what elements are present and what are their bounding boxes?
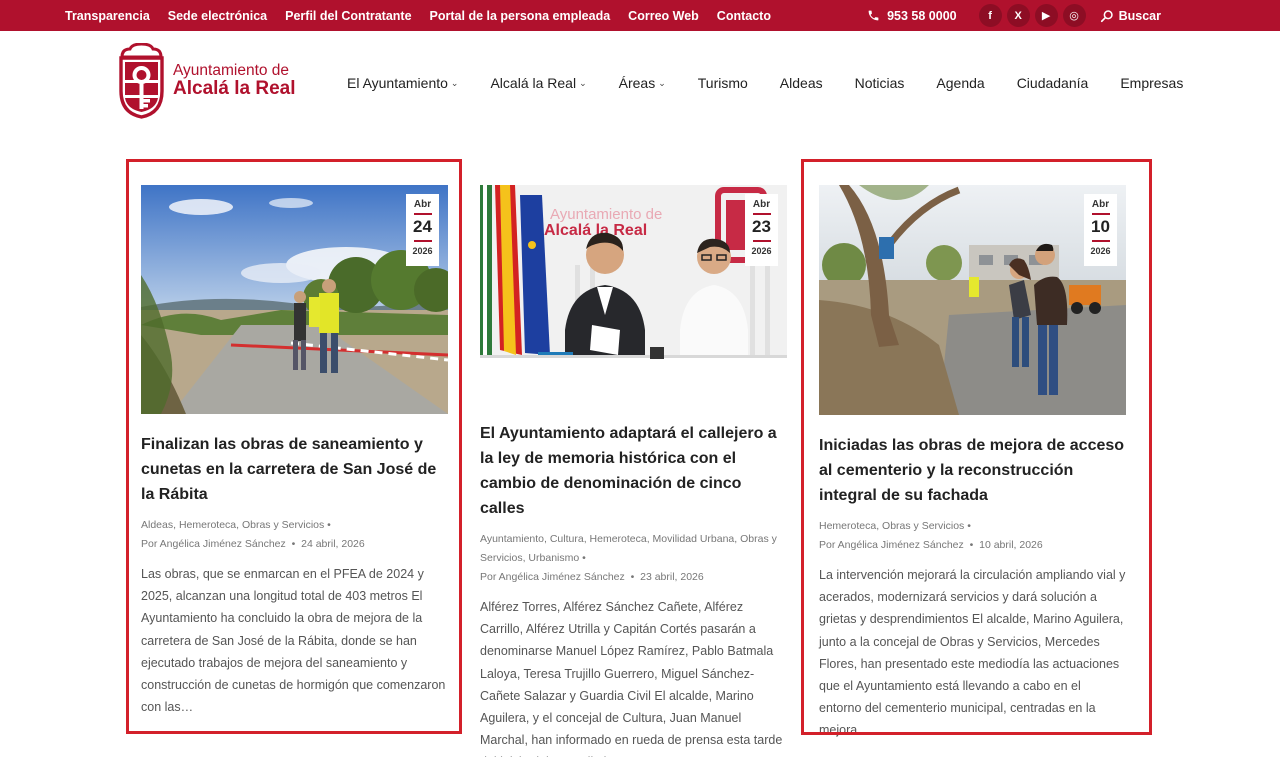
news-categories[interactable]: Hemeroteca, Obras y Servicios: [819, 520, 964, 532]
top-link-contacto[interactable]: Contacto: [717, 9, 771, 23]
x-twitter-icon[interactable]: X: [1006, 4, 1030, 27]
date-day: 23: [752, 217, 771, 236]
news-card: Ayuntamiento de Alcalá la Real Abr 23 20…: [480, 185, 787, 757]
phone-number: 953 58 0000: [887, 8, 957, 23]
top-link-portal-empleada[interactable]: Portal de la persona empleada: [430, 9, 611, 23]
nav-item-noticias[interactable]: Noticias: [855, 75, 905, 91]
date-year: 2026: [751, 245, 772, 256]
banner-line-1: Ayuntamiento de: [550, 206, 662, 223]
nav-label: Alcalá la Real: [490, 75, 577, 91]
nav-label: Ciudadanía: [1016, 75, 1089, 91]
search-icon: [1100, 9, 1113, 22]
nav-label: Áreas: [618, 75, 656, 91]
date-day: 10: [1091, 217, 1110, 236]
nav-item-ciudadania[interactable]: Ciudadanía: [1017, 75, 1089, 91]
logo-line-2: Alcalá la Real: [173, 78, 296, 100]
phone-icon: [868, 10, 879, 21]
news-author[interactable]: Por Angélica Jiménez Sánchez: [141, 538, 286, 550]
news-meta: Hemeroteca, Obras y Servicios • Por Angé…: [819, 520, 1043, 551]
date-badge: Abr 24 2026: [406, 194, 439, 266]
top-link-sede-electronica[interactable]: Sede electrónica: [168, 9, 267, 23]
chevron-down-icon: ⌄: [579, 77, 587, 88]
top-bar: Transparencia Sede electrónica Perfil de…: [0, 0, 1280, 31]
search-label: Buscar: [1118, 8, 1161, 23]
search-button[interactable]: Buscar: [1100, 9, 1161, 23]
nav-item-areas[interactable]: Áreas ⌄: [619, 75, 666, 91]
date-divider: [1091, 239, 1110, 242]
date-divider: [413, 239, 432, 242]
date-badge: Abr 10 2026: [1084, 194, 1117, 266]
top-link-perfil-contratante[interactable]: Perfil del Contratante: [285, 9, 411, 23]
news-author[interactable]: Por Angélica Jiménez Sánchez: [819, 539, 964, 551]
news-card: Abr 24 2026 Finalizan las obras de sanea…: [141, 185, 448, 718]
nav-item-empresas[interactable]: Empresas: [1120, 75, 1183, 91]
date-divider: [413, 213, 432, 215]
chevron-down-icon: ⌄: [450, 77, 459, 88]
nav-label: Noticias: [854, 75, 905, 91]
news-title[interactable]: El Ayuntamiento adaptará el callejero a …: [480, 421, 787, 521]
news-excerpt: Alférez Torres, Alférez Sánchez Cañete, …: [480, 600, 783, 757]
logo-line-1: Ayuntamiento de: [173, 61, 290, 79]
news-title[interactable]: Iniciadas las obras de mejora de acceso …: [819, 433, 1126, 508]
news-date: 24 abril, 2026: [301, 538, 365, 550]
main-nav: El Ayuntamiento ⌄ Alcalá la Real ⌄ Áreas ⌄ …: [347, 75, 1183, 91]
facebook-icon[interactable]: f: [978, 4, 1002, 27]
site-header: Ayuntamiento de Alcalá la Real El Ayunta…: [0, 31, 1280, 131]
news-categories[interactable]: Ayuntamiento, Cultura, Hemeroteca, Movil…: [480, 533, 777, 564]
phone-link[interactable]: 953 58 0000: [867, 9, 957, 23]
date-badge: Abr 23 2026: [745, 194, 778, 266]
news-excerpt: La intervención mejorará la circulación …: [819, 568, 1126, 738]
instagram-icon[interactable]: ◎: [1062, 4, 1086, 27]
youtube-icon[interactable]: ▶: [1034, 4, 1058, 27]
nav-label: Empresas: [1120, 75, 1184, 91]
chevron-down-icon: ⌄: [658, 77, 666, 88]
coat-of-arms-icon: [119, 43, 164, 119]
top-link-correo-web[interactable]: Correo Web: [628, 9, 699, 23]
news-image[interactable]: Ayuntamiento de Alcalá la Real Abr 23 20…: [480, 185, 787, 403]
date-year: 2026: [412, 245, 433, 256]
nav-item-alcala-la-real[interactable]: Alcalá la Real ⌄: [490, 75, 586, 91]
news-meta: Ayuntamiento, Cultura, Hemeroteca, Movil…: [480, 533, 777, 583]
news-date: 10 abril, 2026: [979, 539, 1043, 551]
date-day: 24: [413, 217, 432, 236]
top-links: Transparencia Sede electrónica Perfil de…: [65, 0, 771, 31]
date-divider: [1091, 213, 1110, 215]
news-excerpt: Las obras, que se enmarcan en el PFEA de…: [141, 567, 446, 715]
nav-label: Turismo: [697, 75, 748, 91]
nav-item-agenda[interactable]: Agenda: [936, 75, 984, 91]
date-month: Abr: [413, 199, 432, 210]
date-month: Abr: [752, 199, 771, 210]
news-image[interactable]: Abr 24 2026: [141, 185, 448, 414]
news-author[interactable]: Por Angélica Jiménez Sánchez: [480, 571, 625, 583]
top-link-transparencia[interactable]: Transparencia: [65, 9, 150, 23]
nav-label: El Ayuntamiento: [347, 75, 448, 91]
press-conference-photo: Ayuntamiento de Alcalá la Real: [480, 185, 787, 403]
news-meta: Aldeas, Hemeroteca, Obras y Servicios • …: [141, 519, 365, 550]
nav-item-aldeas[interactable]: Aldeas: [780, 75, 823, 91]
news-title[interactable]: Finalizan las obras de saneamiento y cun…: [141, 432, 448, 507]
road-works-photo: [141, 185, 448, 414]
date-divider: [752, 213, 771, 215]
site-logo[interactable]: Ayuntamiento de Alcalá la Real: [118, 43, 296, 119]
date-divider: [752, 239, 771, 242]
nav-label: Aldeas: [779, 75, 823, 91]
news-image[interactable]: Abr 10 2026: [819, 185, 1126, 415]
nav-label: Agenda: [936, 75, 985, 91]
social-links: f X ▶ ◎: [978, 4, 1086, 27]
news-card: Abr 10 2026 Iniciadas las obras de mejor…: [819, 185, 1126, 742]
nav-item-el-ayuntamiento[interactable]: El Ayuntamiento ⌄: [347, 75, 458, 91]
news-date: 23 abril, 2026: [640, 571, 704, 583]
nav-item-turismo[interactable]: Turismo: [698, 75, 748, 91]
cemetery-works-photo: [819, 185, 1126, 415]
date-month: Abr: [1091, 199, 1110, 210]
date-year: 2026: [1090, 245, 1111, 256]
news-categories[interactable]: Aldeas, Hemeroteca, Obras y Servicios: [141, 519, 324, 531]
